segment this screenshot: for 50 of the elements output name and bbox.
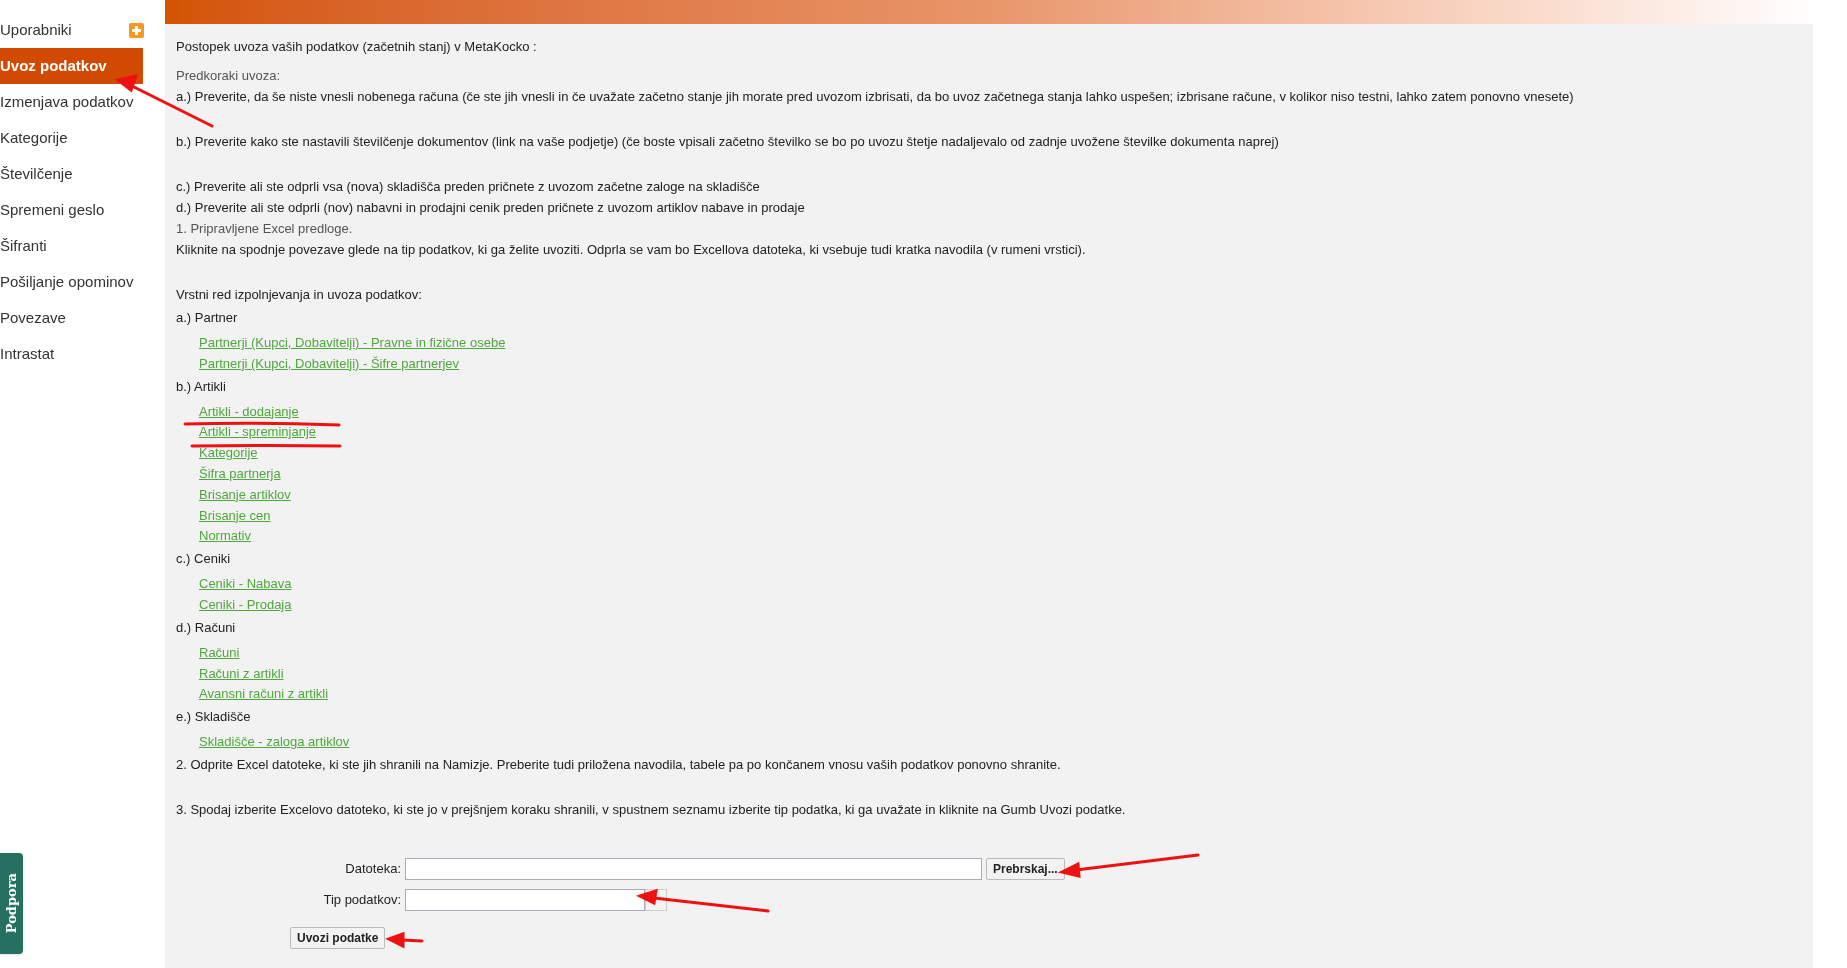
sidebar-item[interactable]: Spremeni geslo (0, 192, 105, 228)
group-heading: a.) Partner (176, 309, 239, 327)
sidebar-item[interactable]: Izmenjava podatkov (0, 84, 134, 120)
sidebar-item[interactable]: Kategorije (0, 120, 68, 156)
instruction-text: a.) Preverite, da še niste vnesli nobenega računa (če ste jih vnesli in če uvažate začetno stanje jih morate pred uvozom izbrisati, da bo uvoz začetnega stanja lahko uspešen; izbrisane račune, v kolikor niso testni, lahko zatem ponovno vnesete) (176, 88, 1575, 106)
sidebar-item[interactable]: Pošiljanje opominov (0, 264, 134, 300)
sidebar-item[interactable]: Intrastat (0, 336, 55, 372)
link[interactable]: Partnerji (Kupci, Dobavitelji) - Pravne in fizične osebe (199, 333, 506, 354)
link[interactable]: Računi z artikli (199, 663, 284, 685)
link[interactable]: Artikli - spreminjanje (199, 422, 317, 444)
link[interactable]: Avansni računi z artikli (199, 684, 329, 706)
sidebar-item[interactable]: Uvoz podatkov (0, 48, 143, 84)
section-heading: 1. Pripravljene Excel predloge. (176, 220, 354, 238)
link[interactable]: Kategorije (199, 443, 258, 464)
link[interactable]: Ceniki - Prodaja (199, 594, 292, 616)
link[interactable]: Normativ (199, 526, 251, 548)
link[interactable]: Šifra partnerja (199, 464, 281, 485)
instruction-text: c.) Preverite ali ste odprli vsa (nova) skladišča preden pričnete z uvozom začetne zaloge na skladišče (176, 178, 761, 196)
section-heading: Predkoraki uvoza: (176, 67, 282, 85)
link[interactable]: Brisanje cen (199, 505, 271, 527)
sidebar-item[interactable]: Povezave (0, 300, 66, 336)
file-field[interactable] (405, 857, 982, 880)
link[interactable]: Skladišče - zaloga artiklov (199, 732, 350, 753)
group-heading: d.) Računi (176, 618, 237, 637)
browse-button[interactable]: Prebrskaj... (986, 857, 1065, 880)
submit-button[interactable]: Uvozi podatke (290, 926, 386, 949)
link[interactable]: Ceniki - Nabava (199, 574, 292, 595)
sidebar-item[interactable]: Šifranti (0, 228, 47, 264)
instruction-text: 3. Spodaj izberite Excelovo datoteko, ki ste jo v prejšnjem koraku shranili, v spustnem seznamu izberite tip podatka, ki ga uvažate in kliknite na Gumb Uvozi podatke. (176, 800, 1127, 819)
sidebar-item[interactable]: Uporabniki (0, 12, 72, 48)
add-icon[interactable] (129, 22, 144, 38)
support-tab[interactable]: Podpora (0, 853, 23, 954)
link[interactable]: Brisanje artiklov (199, 484, 291, 506)
link[interactable]: Artikli - dodajanje (199, 401, 299, 423)
field-label: Tip podatkov: (322, 891, 401, 910)
instruction-text: d.) Preverite ali ste odprli (nov) nabavni in prodajni cenik preden pričnete z uvozom artiklov nabave in prodaje (176, 199, 806, 217)
group-heading: e.) Skladišče (176, 708, 252, 727)
section-heading: Vrstni red izpolnjevanja in uvoza podatkov: (176, 286, 423, 304)
type-dropdown[interactable] (405, 888, 667, 911)
sidebar-item[interactable]: Številčenje (0, 156, 73, 192)
group-heading: c.) Ceniki (176, 550, 232, 569)
instruction-text: b.) Preverite kako ste nastavili številčenje dokumentov (link na vaše podjetje) (če boste vpisali začetno številko se bo po uvozu štetje nadaljevalo od zadnje uvožene številke dokumenta naprej) (176, 133, 1280, 151)
annotation-arrow (385, 931, 424, 949)
instruction-text: 2. Odprite Excel datoteke, ki ste jih shranili na Namizje. Preberite tudi priložena navodila, tabele pa po končanem vnosu vaših podatkov ponovno shranite. (176, 755, 1062, 774)
group-heading: b.) Artikli (176, 377, 227, 396)
instruction-text: Kliknite na spodnje povezave glede na tip podatkov, ki ga želite uvoziti. Odprla se vam bo Excellova datoteka, ki vsebuje tudi kratka navodila (v rumeni vrstici). (176, 241, 1087, 259)
field-label: Datoteka: (344, 860, 401, 879)
link[interactable]: Računi (199, 642, 240, 664)
link[interactable]: Partnerji (Kupci, Dobavitelji) - Šifre partnerjev (199, 353, 460, 375)
intro-text: Postopek uvoza vaših podatkov (začetnih stanj) v MetaKocko : (176, 38, 538, 56)
